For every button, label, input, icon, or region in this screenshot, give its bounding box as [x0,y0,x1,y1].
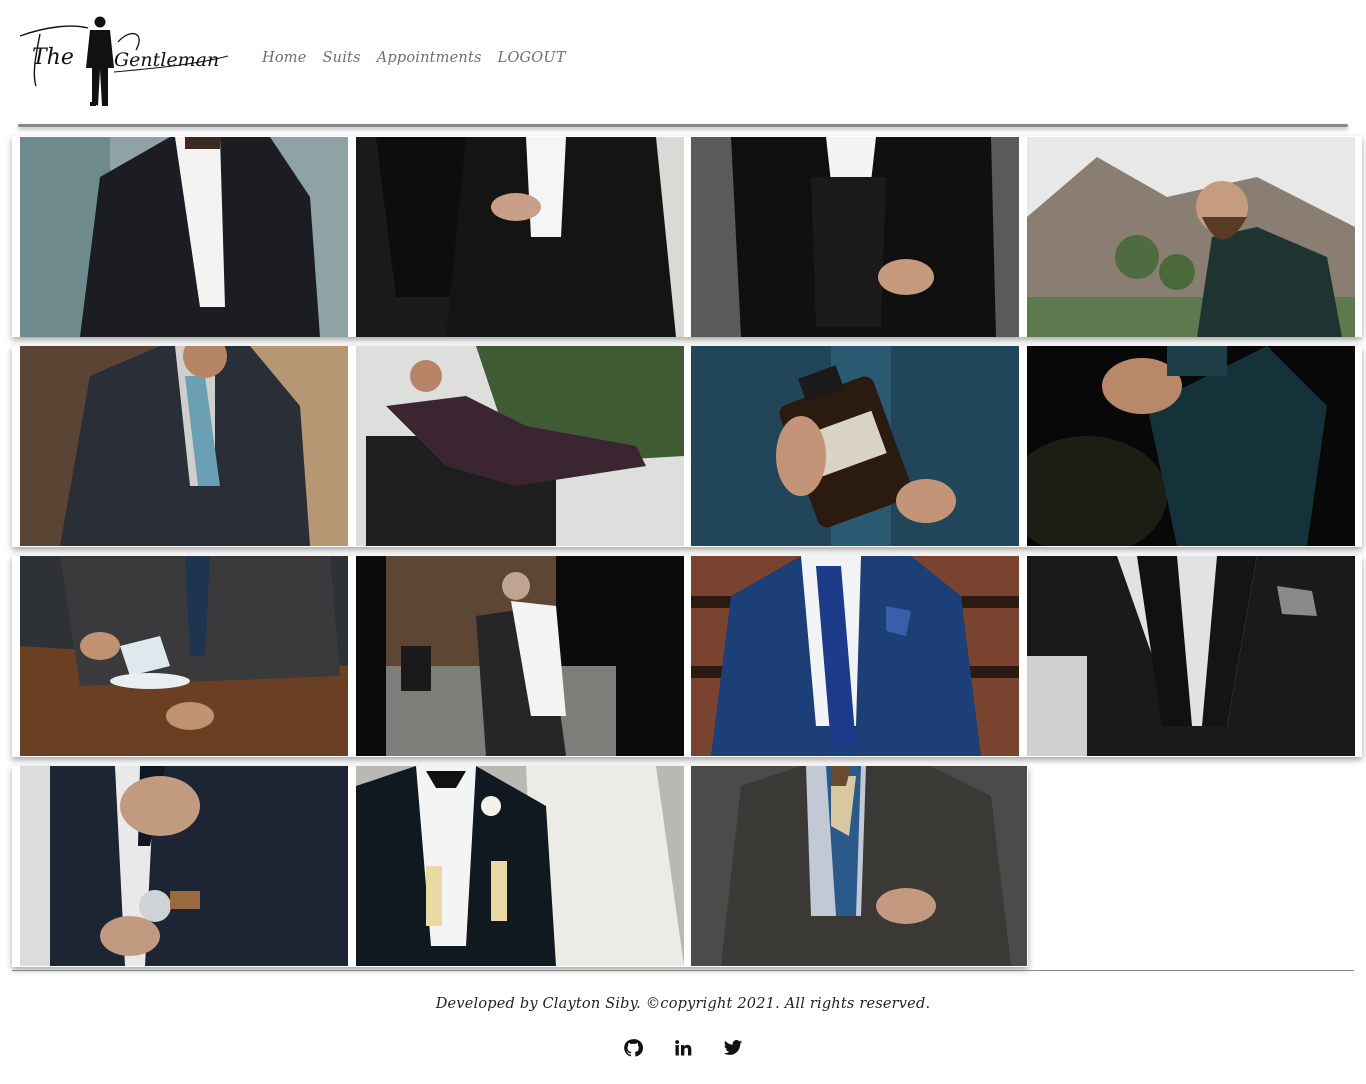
logo-text-right: Gentleman [114,49,219,71]
social-links [0,1038,1366,1058]
linkedin-link[interactable] [673,1038,693,1058]
footer-divider [12,970,1354,971]
nav-appointments[interactable]: Appointments [377,50,482,66]
main-nav: Home Suits Appointments LOGOUT [262,50,566,66]
suit-photo-2[interactable] [356,137,684,337]
github-link[interactable] [623,1038,643,1058]
github-icon [624,1039,643,1057]
suit-photo-5[interactable] [20,346,348,546]
suit-photo-6[interactable] [356,346,684,546]
suit-photo-3[interactable] [691,137,1019,337]
suit-photo-12[interactable] [1027,556,1355,756]
suit-photo-9[interactable] [20,556,348,756]
brand-logo[interactable]: The Gentleman [18,14,230,108]
nav-suits[interactable]: Suits [323,50,361,66]
logo-text-left: The [32,45,74,70]
suit-photo-10[interactable] [356,556,684,756]
suit-photo-7[interactable] [691,346,1019,546]
linkedin-icon [675,1040,692,1056]
suit-photo-1[interactable] [20,137,348,337]
suit-gallery [12,132,1364,968]
twitter-icon [723,1040,743,1055]
suit-photo-8[interactable] [1027,346,1355,546]
footer-credit: Developed by Clayton Siby. ©copyright 20… [435,996,931,1012]
nav-home[interactable]: Home [262,50,307,66]
suit-photo-14[interactable] [356,766,684,966]
site-header: The Gentleman Home Suits Appointments LO… [0,0,1366,127]
twitter-link[interactable] [723,1038,743,1058]
suit-photo-4[interactable] [1027,137,1355,337]
suit-photo-15[interactable] [691,766,1027,966]
nav-logout[interactable]: LOGOUT [498,50,566,66]
header-divider [18,124,1348,127]
suit-photo-11[interactable] [691,556,1019,756]
suit-photo-13[interactable] [20,766,348,966]
